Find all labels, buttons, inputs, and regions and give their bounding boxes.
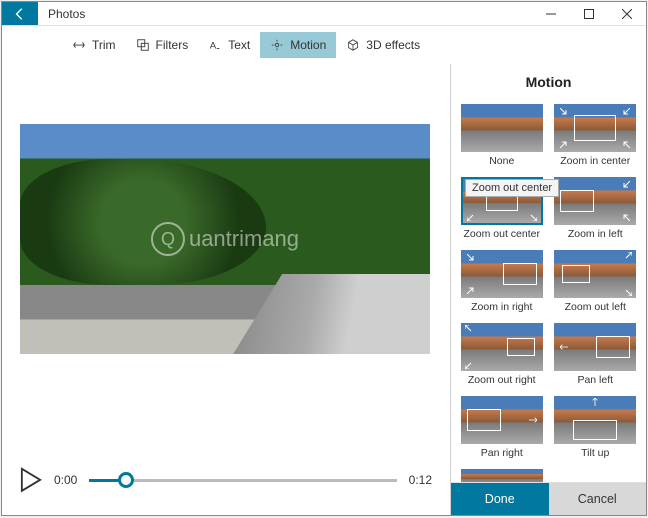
tile-label: None [489, 152, 514, 173]
playback-controls: 0:00 0:12 [20, 469, 432, 491]
tool-label: Motion [290, 38, 326, 52]
tool-label: Text [228, 38, 250, 52]
duration-time: 0:12 [409, 473, 432, 487]
close-button[interactable] [608, 2, 646, 25]
motion-tile-zoom-in-left[interactable]: Zoom in left [553, 177, 639, 246]
motion-gallery[interactable]: None Zoom in center [451, 104, 646, 482]
tile-label: Pan left [577, 371, 613, 392]
tile-label: Zoom out right [468, 371, 536, 392]
titlebar: Photos [2, 2, 646, 26]
tool-label: Filters [156, 38, 189, 52]
window: Photos Trim Filters A Text Motion 3D eff… [1, 1, 647, 516]
motion-tile-none[interactable]: None [459, 104, 545, 173]
motion-tile-zoom-out-left[interactable]: Zoom out left [553, 250, 639, 319]
minimize-icon [546, 9, 556, 19]
tool-label: Trim [92, 38, 116, 52]
done-button[interactable]: Done [451, 483, 549, 515]
timeline-slider[interactable] [89, 471, 396, 489]
app-title: Photos [38, 2, 532, 25]
watermark-text: uantrimang [189, 226, 299, 252]
toolbar: Trim Filters A Text Motion 3D effects [2, 26, 646, 64]
tool-label: 3D effects [366, 38, 420, 52]
motion-tile-partial[interactable] [459, 469, 545, 482]
motion-tile-zoom-out-center[interactable]: Zoom out center Zoom out center [459, 177, 545, 246]
slider-track [89, 479, 396, 482]
tool-motion[interactable]: Motion [260, 32, 336, 58]
tile-label: Zoom in center [560, 152, 630, 173]
tool-text[interactable]: A Text [198, 32, 260, 58]
maximize-icon [584, 9, 594, 19]
sidebar-buttons: Done Cancel [451, 482, 646, 515]
main-area: Q uantrimang 0:00 0:12 [2, 64, 450, 515]
tooltip: Zoom out center [465, 179, 559, 197]
motion-tile-tilt-up[interactable]: Tilt up [553, 396, 639, 465]
svg-text:A: A [210, 41, 217, 52]
maximize-button[interactable] [570, 2, 608, 25]
play-button[interactable] [20, 469, 42, 491]
3d-effects-icon [346, 38, 360, 52]
body: Q uantrimang 0:00 0:12 Motion [2, 64, 646, 515]
tile-label: Zoom in left [568, 225, 623, 246]
play-icon [20, 467, 42, 493]
motion-sidebar: Motion None [450, 64, 646, 515]
video-preview[interactable]: Q uantrimang [20, 124, 430, 354]
slider-thumb[interactable] [118, 472, 134, 488]
tool-3d-effects[interactable]: 3D effects [336, 32, 430, 58]
close-icon [622, 9, 632, 19]
minimize-button[interactable] [532, 2, 570, 25]
back-button[interactable] [2, 2, 38, 25]
sidebar-title: Motion [451, 64, 646, 104]
current-time: 0:00 [54, 473, 77, 487]
watermark-glyph: Q [151, 222, 185, 256]
filters-icon [136, 38, 150, 52]
tile-label: Pan right [481, 444, 523, 465]
tool-filters[interactable]: Filters [126, 32, 199, 58]
motion-tile-zoom-out-right[interactable]: Zoom out right [459, 323, 545, 392]
tool-trim[interactable]: Trim [62, 32, 126, 58]
motion-icon [270, 38, 284, 52]
watermark: Q uantrimang [151, 222, 299, 256]
arrow-left-icon [13, 7, 27, 21]
text-icon: A [208, 38, 222, 52]
tile-label: Zoom out left [565, 298, 626, 319]
motion-tile-zoom-in-right[interactable]: Zoom in right [459, 250, 545, 319]
motion-tile-pan-right[interactable]: Pan right [459, 396, 545, 465]
motion-tile-zoom-in-center[interactable]: Zoom in center [553, 104, 639, 173]
cancel-button[interactable]: Cancel [549, 483, 647, 515]
motion-tile-pan-left[interactable]: Pan left [553, 323, 639, 392]
trim-icon [72, 38, 86, 52]
tile-label: Tilt up [581, 444, 609, 465]
tile-label: Zoom out center [464, 225, 540, 246]
tile-label: Zoom in right [471, 298, 532, 319]
